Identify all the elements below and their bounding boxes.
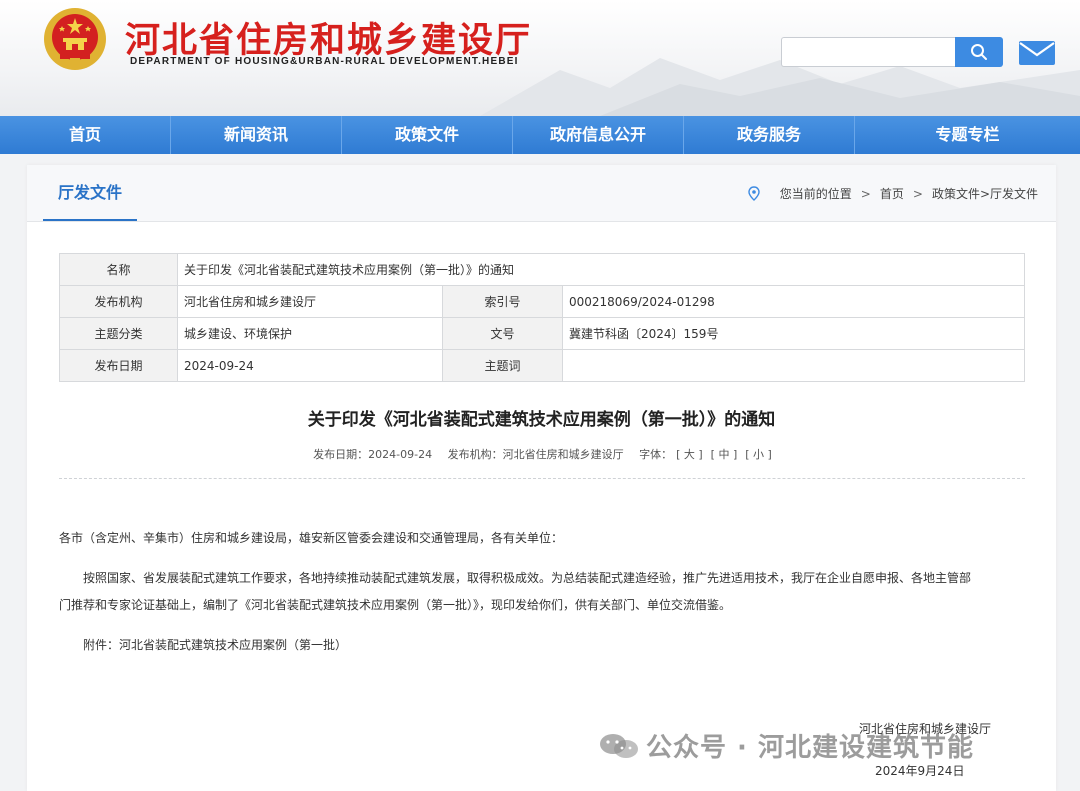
issuer-label: 发布机构	[59, 285, 178, 318]
breadcrumb-home[interactable]: 首页	[880, 185, 904, 202]
nav-item-policy[interactable]: 政策文件	[342, 116, 513, 154]
search-icon	[971, 44, 987, 60]
body-paragraph-line1: 按照国家、省发展装配式建筑工作要求，各地持续推动装配式建筑发展，取得积极成效。为…	[83, 571, 972, 585]
date-label: 发布日期	[59, 349, 178, 382]
wechat-icon	[600, 733, 638, 758]
issuer-value: 河北省住房和城乡建设厅	[177, 285, 443, 318]
index-label: 索引号	[442, 285, 563, 318]
article-title: 关于印发《河北省装配式建筑技术应用案例（第一批）》的通知	[307, 410, 776, 430]
nav-item-gov-info[interactable]: 政府信息公开	[513, 116, 684, 154]
site-header: 河北省住房和城乡建设厅 DEPARTMENT OF HOUSING&URBAN-…	[0, 0, 1080, 116]
breadcrumb-location-label: 您当前的位置	[779, 187, 852, 201]
font-size-label: 字体：	[639, 448, 673, 461]
search-input[interactable]	[781, 37, 955, 67]
breadcrumb: 您当前的位置 > 首页 > 政策文件>厅发文件	[748, 185, 1038, 202]
document-info-table: 名称 关于印发《河北省装配式建筑技术应用案例（第一批）》的通知 发布机构 河北省…	[59, 253, 1025, 382]
publish-date: 发布日期：2024-09-24	[313, 448, 433, 461]
location-pin-icon	[748, 186, 760, 201]
topic-value: 城乡建设、环境保护	[177, 317, 443, 350]
breadcrumb-separator: >	[860, 186, 871, 201]
topic-label: 主题分类	[59, 317, 178, 350]
docno-label: 文号	[442, 317, 563, 350]
font-medium-button[interactable]: [ 中 ]	[711, 448, 738, 461]
table-row: 名称 关于印发《河北省装配式建筑技术应用案例（第一批）》的通知	[59, 253, 1025, 286]
publish-issuer: 发布机构：河北省住房和城乡建设厅	[447, 448, 624, 461]
table-row: 发布机构 河北省住房和城乡建设厅 索引号 000218069/2024-0129…	[59, 285, 1025, 318]
table-row: 主题分类 城乡建设、环境保护 文号 冀建节科函〔2024〕159号	[59, 317, 1025, 350]
panel-header: 厅发文件 您当前的位置 > 首页 > 政策文件>厅发文件	[27, 165, 1056, 222]
content-panel: 厅发文件 您当前的位置 > 首页 > 政策文件>厅发文件 名称 关于印发《河北省…	[27, 165, 1056, 791]
breadcrumb-policy[interactable]: 政策文件>厅发文件	[932, 185, 1038, 202]
article-meta: 发布日期：2024-09-24 发布机构：河北省住房和城乡建设厅 字体：[ 大 …	[27, 446, 1056, 462]
watermark-text: 公众号 · 河北建设建筑节能	[646, 733, 974, 763]
watermark: 公众号 · 河北建设建筑节能	[598, 727, 974, 764]
name-label: 名称	[59, 253, 178, 286]
body-paragraph-line2: 门推荐和专家论证基础上，编制了《河北省装配式建筑技术应用案例（第一批）》，现印发…	[59, 598, 732, 612]
nav-item-services[interactable]: 政务服务	[684, 116, 855, 154]
search-button[interactable]	[955, 37, 1003, 67]
nav-item-home[interactable]: 首页	[0, 116, 171, 154]
attachment-link[interactable]: 附件：河北省装配式建筑技术应用案例（第一批）	[83, 631, 1049, 659]
name-value: 关于印发《河北省装配式建筑技术应用案例（第一批）》的通知	[177, 253, 1025, 286]
index-value: 000218069/2024-01298	[562, 285, 1025, 318]
mail-icon[interactable]	[1018, 40, 1056, 66]
divider	[59, 478, 1025, 479]
keyword-value	[562, 349, 1025, 382]
nav-item-news[interactable]: 新闻资讯	[171, 116, 342, 154]
signature-date: 2024年9月24日	[875, 764, 965, 778]
font-small-button[interactable]: [ 小 ]	[745, 448, 772, 461]
breadcrumb-separator: >	[912, 186, 923, 201]
main-nav: 首页 新闻资讯 政策文件 政府信息公开 政务服务 专题专栏	[0, 116, 1080, 154]
national-emblem-icon	[44, 8, 106, 70]
category-title[interactable]: 厅发文件	[43, 165, 137, 221]
font-large-button[interactable]: [ 大 ]	[676, 448, 703, 461]
salutation: 各市（含定州、辛集市）住房和城乡建设局，雄安新区管委会建设和交通管理局，各有关单…	[59, 531, 564, 545]
nav-item-topics[interactable]: 专题专栏	[855, 116, 1080, 154]
site-subtitle: DEPARTMENT OF HOUSING&URBAN-RURAL DEVELO…	[130, 56, 519, 67]
table-row: 发布日期 2024-09-24 主题词	[59, 349, 1025, 382]
keyword-label: 主题词	[442, 349, 563, 382]
docno-value: 冀建节科函〔2024〕159号	[562, 317, 1025, 350]
date-value: 2024-09-24	[177, 349, 443, 382]
